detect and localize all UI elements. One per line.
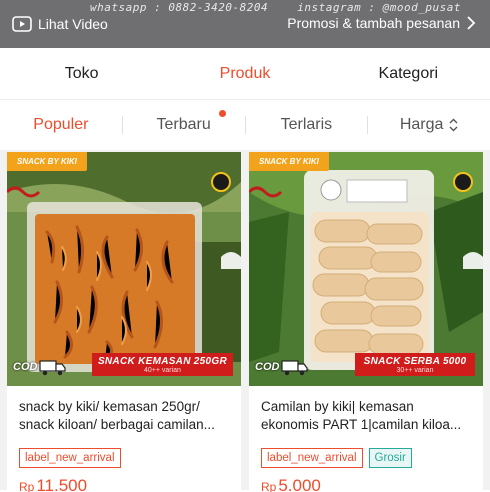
product-labels: label_new_arrival Grosir <box>249 438 483 468</box>
package-title: SNACK KEMASAN 250GR <box>97 356 227 367</box>
brand-logo <box>453 172 473 192</box>
brand-logo <box>211 172 231 192</box>
package-label: SNACK KEMASAN 250GR 40++ varian <box>91 353 233 376</box>
package-title: SNACK SERBA 5000 <box>363 356 467 367</box>
product-grid: SNACK BY KIKI COD SNACK KEMASAN 250GR 40… <box>0 150 490 492</box>
product-photo-snack-serba <box>249 152 483 386</box>
sort-harga-label: Harga <box>399 116 444 133</box>
lihat-video-label: Lihat Video <box>38 16 108 32</box>
tab-produk[interactable]: Produk <box>163 48 326 99</box>
delivery-truck-icon <box>281 360 309 376</box>
play-video-icon <box>12 16 32 32</box>
product-price: Rp 11.500 <box>7 468 241 492</box>
tab-kategori[interactable]: Kategori <box>327 48 490 99</box>
cod-badge: COD <box>255 358 309 376</box>
cod-label: COD <box>255 361 280 373</box>
product-photo-snack-sticks <box>7 152 241 386</box>
product-image: SNACK BY KIKI COD SNACK SERBA 5000 30++ … <box>249 152 483 386</box>
chevron-right-icon <box>467 16 476 30</box>
label-new-arrival: label_new_arrival <box>19 448 121 468</box>
product-card[interactable]: SNACK BY KIKI COD SNACK KEMASAN 250GR 40… <box>7 152 241 492</box>
product-title: Camilan by kiki| kemasan ekonomis PART 1… <box>261 399 462 432</box>
package-sub: 40++ varian <box>143 367 181 374</box>
sort-terlaris[interactable]: Terlaris <box>246 116 368 134</box>
cod-badge: COD <box>13 358 67 376</box>
lihat-video-button[interactable]: Lihat Video <box>12 14 108 34</box>
promo-link[interactable]: Promosi & tambah pesanan <box>287 15 476 31</box>
package-label: SNACK SERBA 5000 30++ varian <box>355 353 475 376</box>
sort-terbaru-label: Terbaru <box>156 116 211 133</box>
price-currency: Rp <box>261 480 277 492</box>
sort-populer[interactable]: Populer <box>0 116 122 134</box>
sort-bar: Populer Terbaru Terlaris Harga <box>0 100 490 150</box>
watermark-instagram: instagram : @mood_pusat <box>297 1 462 14</box>
product-image: SNACK BY KIKI COD SNACK KEMASAN 250GR 40… <box>7 152 241 386</box>
label-new-arrival: label_new_arrival <box>261 448 363 468</box>
watermark-whatsapp: whatsapp : 0882-3420-8204 <box>90 1 269 14</box>
product-card[interactable]: SNACK BY KIKI COD SNACK SERBA 5000 30++ … <box>249 152 483 492</box>
promo-label: Promosi & tambah pesanan <box>287 15 460 31</box>
price-currency: Rp <box>19 480 35 492</box>
sort-updown-icon <box>449 118 458 132</box>
sort-populer-label: Populer <box>33 116 89 133</box>
sort-terbaru[interactable]: Terbaru <box>123 110 245 134</box>
delivery-truck-icon <box>39 360 67 376</box>
shop-banner: whatsapp : 0882-3420-8204 instagram : @m… <box>0 0 490 48</box>
image-tag: SNACK BY KIKI <box>7 152 87 171</box>
shop-tabs: Toko Produk Kategori <box>0 48 490 100</box>
cod-label: COD <box>13 361 38 373</box>
banner-watermark: whatsapp : 0882-3420-8204 instagram : @m… <box>90 1 483 14</box>
sort-harga[interactable]: Harga <box>368 116 490 134</box>
sort-terlaris-label: Terlaris <box>280 116 333 133</box>
tab-toko[interactable]: Toko <box>0 48 163 99</box>
product-price: Rp 5.000 <box>249 468 483 492</box>
label-grosir: Grosir <box>368 448 412 468</box>
product-labels: label_new_arrival <box>7 438 241 468</box>
image-tag: SNACK BY KIKI <box>249 152 329 171</box>
new-dot-indicator <box>218 110 226 117</box>
package-sub: 30++ varian <box>396 367 434 374</box>
product-title: snack by kiki/ kemasan 250gr/ snack kilo… <box>19 399 215 432</box>
